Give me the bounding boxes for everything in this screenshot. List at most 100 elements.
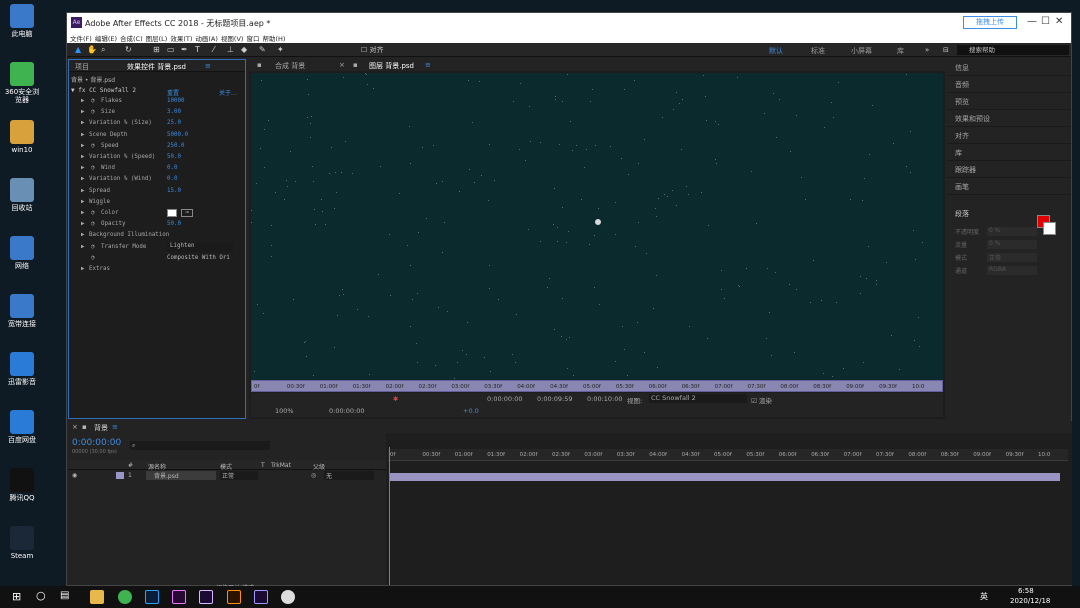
effect-param-row[interactable]: ▶ Variation % (Speed) 50.0 (69, 152, 245, 163)
stopwatch-icon[interactable]: ◔ (91, 255, 95, 261)
clone-stamp-tool-icon[interactable]: ⊥ (227, 45, 234, 54)
effect-header[interactable]: ▼ fx CC Snowfall 2 (71, 87, 136, 94)
pen-tool-icon[interactable]: ✒ (181, 45, 188, 54)
effect-param-row[interactable]: ▶ ◔ Opacity 50.0 (69, 219, 245, 230)
param-value[interactable]: 10000 (167, 98, 184, 104)
effect-param-row[interactable]: ▶ ◔ Transfer Mode Lighten (69, 242, 245, 253)
tab-timeline-icon[interactable]: ▪ (82, 423, 87, 431)
close-tab-icon[interactable]: × (339, 61, 345, 69)
stopwatch-icon[interactable]: ◔ (91, 143, 95, 149)
right-panel-item[interactable]: 信息 (955, 63, 969, 73)
sync-settings-icon[interactable]: ⊟ (943, 46, 949, 54)
close-button[interactable]: ✕ (1055, 16, 1063, 27)
rectangle-tool-icon[interactable]: ▭ (167, 45, 175, 54)
file-explorer-icon[interactable] (90, 590, 104, 604)
background-color-swatch[interactable] (1043, 222, 1056, 235)
playhead[interactable] (389, 447, 390, 585)
desktop-icon[interactable]: 此电脑 (2, 4, 42, 38)
brush-prop-value[interactable]: 0 % (987, 240, 1037, 249)
brush-tool-icon[interactable]: ⁄ (213, 45, 214, 54)
tab-effect-controls[interactable]: 效果控件 背景.psd (127, 62, 186, 72)
effect-param-row[interactable]: ▶ Variation % (Wind) 0.0 (69, 174, 245, 185)
eyedropper-icon[interactable]: ⊸ (181, 209, 193, 217)
timeline-search-input[interactable]: ⌕ (130, 441, 270, 450)
expand-arrow-icon[interactable]: ▶ (81, 210, 85, 216)
stopwatch-icon[interactable]: ◔ (91, 109, 95, 115)
stopwatch-icon[interactable]: ◔ (91, 165, 95, 171)
param-value[interactable]: 0.0 (167, 165, 177, 171)
desktop-icon[interactable]: win10 (2, 120, 42, 154)
menu-item[interactable]: 窗口 (246, 33, 259, 43)
menu-item[interactable]: 动画(A) (195, 33, 218, 43)
snapshot-icon[interactable]: ✱ (393, 395, 398, 403)
desktop-icon[interactable]: 腾讯QQ (2, 468, 42, 502)
viewer-time[interactable]: 0:00:00:00 (329, 407, 365, 415)
stopwatch-icon[interactable]: ◔ (91, 98, 95, 104)
right-panel-item[interactable]: 预览 (955, 97, 969, 107)
layer-time-ruler[interactable]: 0f 00:30f 01:00f 01:30f 02:00f 02:30f 03:00f 03… (251, 380, 943, 392)
illustrator-icon[interactable] (227, 590, 241, 604)
effect-param-row[interactable]: ▶ ◔ Wind 0.0 (69, 163, 245, 174)
table-row[interactable]: ◉ 1 背景.psd 正常 ◎ 无 (68, 471, 386, 481)
more-workspaces-icon[interactable]: » (925, 46, 929, 54)
render-checkbox[interactable]: ☑ 渲染 (751, 395, 772, 405)
effect-param-row[interactable]: ▶ ◔ Flakes 10000 (69, 96, 245, 107)
pickwhip-icon[interactable]: ◎ (311, 472, 316, 479)
menu-item[interactable]: 合成(C) (120, 33, 143, 43)
puppet-tool-icon[interactable]: ✦ (277, 45, 284, 54)
expand-arrow-icon[interactable]: ▶ (81, 109, 85, 115)
eraser-tool-icon[interactable]: ◆ (241, 45, 247, 54)
param-value[interactable]: 50.0 (167, 221, 181, 227)
paragraph-panel-title[interactable]: 段落 (955, 209, 969, 219)
effect-param-row[interactable]: ▶ ◔ Color ⊸ (69, 208, 245, 219)
browser-360-icon[interactable] (118, 590, 132, 604)
close-tab-icon[interactable]: × (72, 423, 78, 431)
expand-arrow-icon[interactable]: ▶ (81, 232, 85, 238)
brush-prop-value[interactable]: RGBA (987, 266, 1037, 275)
param-value[interactable]: 0.0 (167, 176, 177, 182)
minimize-button[interactable]: — (1027, 16, 1037, 27)
menu-item[interactable]: 图层(L) (146, 33, 168, 43)
expand-arrow-icon[interactable]: ▶ (81, 98, 85, 104)
menu-item[interactable]: 编辑(E) (95, 33, 117, 43)
tab-project[interactable]: 项目 (75, 62, 89, 72)
pan-behind-tool-icon[interactable]: ⊞ (153, 45, 160, 54)
zoom-tool-icon[interactable]: ⌕ (101, 45, 105, 55)
label-color[interactable] (116, 472, 124, 479)
tab-layer[interactable]: 图层 背景.psd (369, 61, 414, 71)
menu-item[interactable]: 文件(F) (70, 33, 92, 43)
view-select[interactable]: CC Snowfall 2 (649, 394, 747, 403)
right-panel-item[interactable]: 库 (955, 148, 962, 158)
workspace-library[interactable]: 库 (897, 46, 904, 56)
effect-param-row[interactable]: ▶ Scene Depth 5000.0 (69, 130, 245, 141)
param-value[interactable]: 25.0 (167, 120, 181, 126)
task-view-icon[interactable]: ▤ (60, 590, 69, 601)
workspace-standard[interactable]: 标准 (811, 46, 825, 56)
ime-indicator[interactable]: 英 (980, 591, 988, 602)
exposure-offset[interactable]: +0.0 (463, 407, 479, 415)
tab-timeline[interactable]: 背景 (94, 423, 108, 433)
type-tool-icon[interactable]: T (195, 45, 200, 54)
media-encoder-icon[interactable] (254, 590, 268, 604)
right-panel-item[interactable]: 画笔 (955, 182, 969, 192)
parent-select[interactable]: 无 (324, 471, 374, 480)
effect-param-row[interactable]: ▶ Wiggle (69, 197, 245, 208)
zoom-select[interactable]: 100% (275, 407, 294, 415)
desktop-icon[interactable]: 网络 (2, 236, 42, 270)
expand-arrow-icon[interactable]: ▶ (81, 188, 85, 194)
menu-item[interactable]: 效果(T) (170, 33, 192, 43)
stopwatch-icon[interactable]: ◔ (91, 221, 95, 227)
layer-bar[interactable] (390, 473, 1060, 481)
expand-arrow-icon[interactable]: ▶ (81, 132, 85, 138)
clock-time[interactable]: 6:58 (1018, 587, 1034, 595)
layer-name[interactable]: 背景.psd (146, 471, 216, 480)
clock-date[interactable]: 2020/12/18 (1010, 597, 1050, 605)
search-icon[interactable]: ○ (36, 589, 46, 602)
composition-viewer[interactable] (251, 73, 943, 380)
composite-checkbox[interactable]: Composite With Ori (167, 255, 230, 261)
desktop-icon[interactable]: 百度网盘 (2, 410, 42, 444)
panel-menu-icon[interactable]: ≡ (425, 61, 431, 69)
param-value[interactable]: 15.0 (167, 188, 181, 194)
right-panel-item[interactable]: 音频 (955, 80, 969, 90)
anchor-point-icon[interactable] (595, 219, 601, 225)
